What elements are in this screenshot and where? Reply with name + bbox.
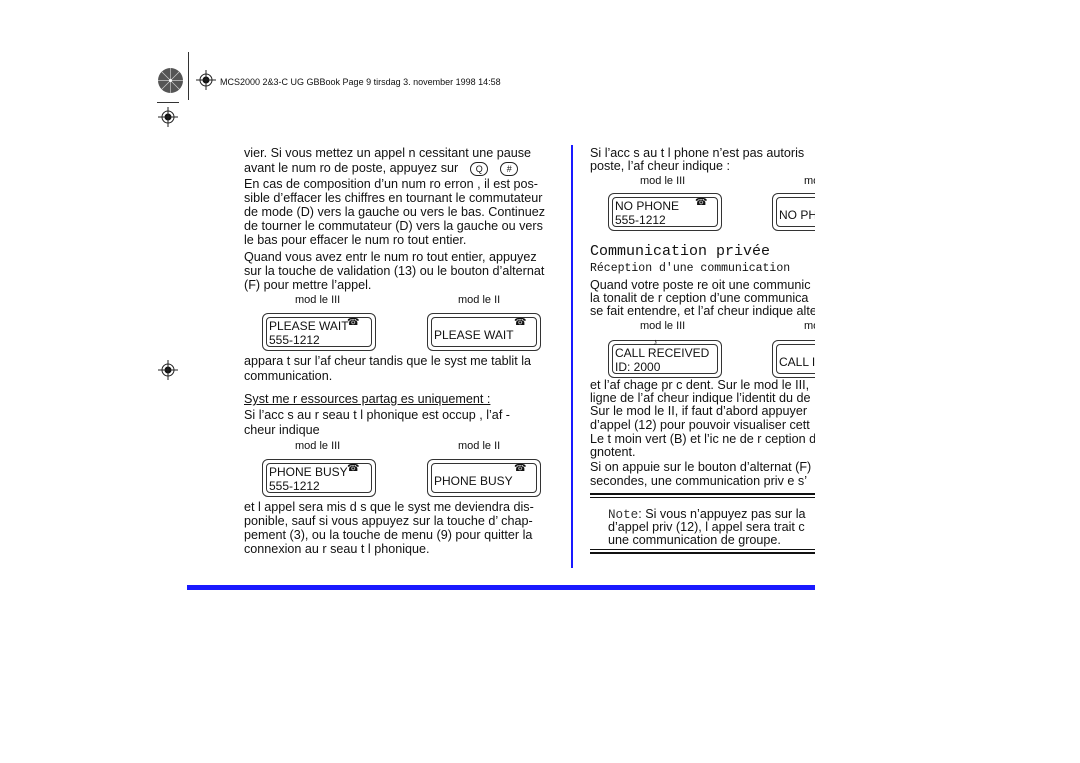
body-text: (F) pour mettre l’appel. — [244, 278, 372, 292]
crop-line — [188, 52, 189, 100]
body-text: avant le num ro de poste, appuyez sur Q # — [244, 161, 519, 176]
crosshair-icon — [158, 107, 178, 127]
body-text: se fait entendre, et l’af cheur indique … — [590, 304, 815, 318]
lcd-display: ♪ CALL RECEIVED ID: 2000 — [608, 337, 722, 378]
body-text: communication. — [244, 369, 333, 383]
lcd-line: CALL RECEIVED — [615, 346, 710, 360]
body-text: cheur indique — [244, 423, 320, 437]
note-rule-top — [590, 493, 815, 498]
body-text: sur la touche de validation (13) ou le b… — [244, 264, 545, 278]
body-text: connexion au r seau t l phonique. — [244, 542, 430, 556]
body-text: de tourner le commutateur (D) vers la ga… — [244, 219, 543, 233]
lcd-line: NO PHONE — [615, 199, 680, 213]
lcd-display: ☎ PHONE BUSY — [427, 459, 541, 497]
model-label: mod le II — [458, 440, 501, 452]
registration-target-icon — [158, 68, 183, 93]
model-label: mo — [804, 175, 815, 187]
handset-icon: ☎ — [347, 317, 360, 328]
lcd-line: ID: 2000 — [615, 360, 661, 374]
body-text: appara t sur l’af cheur tandis que le sy… — [244, 354, 532, 368]
crosshair-icon — [158, 360, 178, 380]
body-text: le bas pour effacer le num ro tout entie… — [244, 233, 467, 247]
lcd-line: 555-1212 — [615, 213, 666, 227]
handset-icon: ☎ — [347, 463, 360, 474]
crosshair-icon — [196, 70, 216, 90]
model-label: mod le II — [458, 294, 501, 306]
body-text: poste, l’af cheur indique : — [590, 159, 731, 173]
body-text: secondes, une communication priv e s’ — [590, 474, 808, 488]
lcd-line: NO PH — [779, 208, 815, 222]
model-label: mo — [804, 320, 815, 332]
lcd-line: PLEASE WAIT — [269, 319, 349, 333]
lcd-line: CALL I — [779, 355, 815, 369]
lcd-line: 555-1212 — [269, 333, 320, 347]
body-text: Si on appuie sur le bouton d’alternat (F… — [590, 460, 812, 474]
body-text: d’appel (12) pour pouvoir visualiser cet… — [590, 418, 810, 432]
lcd-display: PHONE BUSY ☎ 555-1212 — [262, 459, 376, 497]
body-text: pement (3), ou la touche de menu (9) pou… — [244, 528, 533, 542]
key-q-icon: Q — [470, 161, 489, 176]
crop-line — [157, 102, 179, 103]
body-text: En cas de composition d’un num ro erron … — [244, 177, 538, 191]
lcd-display: NO PH — [772, 193, 815, 231]
section-subheading: Réception d'une communication — [590, 262, 791, 275]
body-text-line: avant le num ro de poste, appuyez sur — [244, 161, 459, 175]
page-header: MCS2000 2&3-C UG GBBook Page 9 tirsdag 3… — [220, 77, 501, 87]
body-text: Sur le mod le II, if faut d’abord appuye… — [590, 404, 808, 418]
note-line: : Si vous n’appuyez pas sur la — [638, 507, 806, 521]
key-hash-icon: # — [500, 161, 519, 176]
body-text: sible d’effacer les chiffres en tournant… — [244, 191, 543, 205]
body-text: ponible, sauf si vous appuyez sur la tou… — [244, 514, 533, 528]
subheading: Syst me r essources partag es uniquement… — [244, 392, 491, 406]
body-text: Quand vous avez entr le num ro tout enti… — [244, 250, 537, 264]
footer-rule — [187, 585, 815, 590]
right-column: Si l’acc s au t l phone n’est pas autori… — [572, 140, 815, 580]
lcd-line: PLEASE WAIT — [434, 328, 514, 342]
lcd-display: CALL I — [772, 340, 815, 378]
body-text: de mode (D) vers la gauche ou vers le ba… — [244, 205, 546, 219]
section-heading: Communication privée — [590, 243, 771, 260]
note-rule-bottom — [590, 549, 815, 554]
handset-icon: ☎ — [514, 463, 527, 474]
body-text: vier. Si vous mettez un appel n cessitan… — [244, 146, 532, 160]
lcd-line: PHONE BUSY — [269, 465, 348, 479]
body-text: gnotent. — [590, 445, 636, 459]
lcd-line: PHONE BUSY — [434, 474, 513, 488]
lcd-display: ☎ PLEASE WAIT — [427, 313, 541, 351]
lcd-line: 555-1212 — [269, 479, 320, 493]
note-text: une communication de groupe. — [608, 533, 781, 547]
handset-icon: ☎ — [514, 317, 527, 328]
model-label: mod le III — [295, 440, 341, 452]
model-label: mod le III — [640, 175, 686, 187]
model-label: mod le III — [295, 294, 341, 306]
body-text: Si l’acc s au r seau t l phonique est oc… — [244, 408, 511, 422]
model-label: mod le III — [640, 320, 686, 332]
handset-icon: ☎ — [695, 197, 708, 208]
lcd-display: NO PHONE ☎ 555-1212 — [608, 193, 722, 231]
body-text: et l appel sera mis d s que le syst me d… — [244, 500, 534, 514]
lcd-display: PLEASE WAIT ☎ 555-1212 — [262, 313, 376, 351]
